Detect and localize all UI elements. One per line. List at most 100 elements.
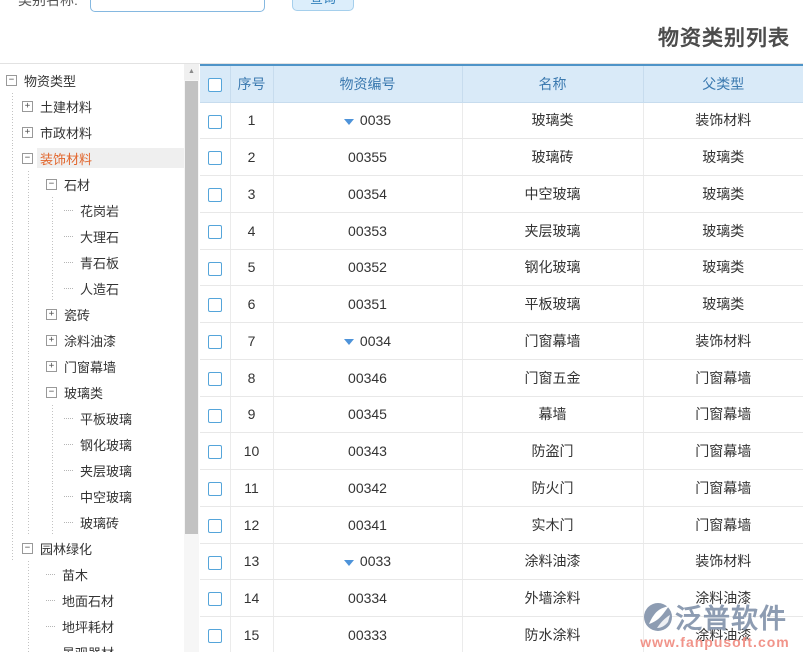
row-checkbox[interactable] [208,445,222,459]
plus-box-icon[interactable]: + [46,361,57,372]
tree-item[interactable]: −物资类型 [0,67,184,93]
row-checkbox[interactable] [208,519,222,533]
row-checkbox[interactable] [208,225,222,239]
query-button[interactable]: 查询 [292,0,354,11]
tree-item[interactable]: 花岗岩 [0,197,184,223]
tree-item-label: 平板玻璃 [77,408,135,428]
tree-item[interactable]: −玻璃类 [0,379,184,405]
tree-item[interactable]: +市政材料 [0,119,184,145]
table-row[interactable]: 800346门窗五金门窗幕墙 [200,359,803,396]
triangle-down-icon[interactable] [344,560,354,566]
row-parent-type: 玻璃类 [643,139,803,176]
table-row[interactable]: 300354中空玻璃玻璃类 [200,176,803,213]
table-row[interactable]: 70034门窗幕墙装饰材料 [200,323,803,360]
table-row[interactable]: 600351平板玻璃玻璃类 [200,286,803,323]
header-name: 名称 [462,65,643,102]
tree-item[interactable]: +土建材料 [0,93,184,119]
row-code: 00345 [273,396,462,433]
row-checkbox[interactable] [208,409,222,423]
tree-item[interactable]: +瓷砖 [0,301,184,327]
row-checkbox[interactable] [208,298,222,312]
tree-item[interactable]: −园林绿化 [0,535,184,561]
table-row[interactable]: 10035玻璃类装饰材料 [200,102,803,139]
category-tree: −物资类型+土建材料+市政材料−装饰材料−石材花岗岩大理石青石板人造石+瓷砖+涂… [0,64,184,652]
tree-item[interactable]: +门窗幕墙 [0,353,184,379]
row-name: 实木门 [462,506,643,543]
row-checkbox-cell [200,249,230,286]
triangle-down-icon[interactable] [344,119,354,125]
tree-item[interactable]: 地面石材 [0,587,184,613]
row-checkbox[interactable] [208,262,222,276]
row-checkbox-cell [200,359,230,396]
row-seq: 13 [230,543,273,580]
tree-item-label: 园林绿化 [37,538,95,558]
row-checkbox[interactable] [208,115,222,129]
minus-box-icon[interactable]: − [46,387,57,398]
row-name: 玻璃类 [462,102,643,139]
row-checkbox[interactable] [208,592,222,606]
tree-item[interactable]: 人造石 [0,275,184,301]
row-checkbox[interactable] [208,556,222,570]
select-all-checkbox[interactable] [208,78,222,92]
table-row[interactable]: 200355玻璃砖玻璃类 [200,139,803,176]
row-checkbox[interactable] [208,151,222,165]
row-parent-type: 玻璃类 [643,176,803,213]
row-checkbox-cell [200,176,230,213]
tree-item[interactable]: 夹层玻璃 [0,457,184,483]
tree-item[interactable]: 苗木 [0,561,184,587]
minus-box-icon[interactable]: − [46,179,57,190]
tree-item[interactable]: 大理石 [0,223,184,249]
row-checkbox[interactable] [208,629,222,643]
row-seq: 14 [230,580,273,617]
tree-item[interactable]: +涂料油漆 [0,327,184,353]
leaf-connector-icon [46,574,55,575]
row-checkbox[interactable] [208,335,222,349]
row-name: 夹层玻璃 [462,212,643,249]
row-parent-type: 门窗幕墙 [643,359,803,396]
tree-item[interactable]: −装饰材料 [0,145,184,171]
minus-box-icon[interactable]: − [22,543,33,554]
minus-box-icon[interactable]: − [6,75,17,86]
triangle-down-icon[interactable] [344,339,354,345]
tree-item[interactable]: 景观器材 [0,639,184,652]
row-seq: 5 [230,249,273,286]
row-checkbox-cell [200,580,230,617]
tree-item[interactable]: 平板玻璃 [0,405,184,431]
row-seq: 10 [230,433,273,470]
table-row[interactable]: 1400334外墙涂料涂料油漆 [200,580,803,617]
tree-item[interactable]: 地坪耗材 [0,613,184,639]
row-parent-type: 装饰材料 [643,323,803,360]
tree-item[interactable]: 中空玻璃 [0,483,184,509]
table-row[interactable]: 1100342防火门门窗幕墙 [200,470,803,507]
plus-box-icon[interactable]: + [22,101,33,112]
tree-item[interactable]: 青石板 [0,249,184,275]
table-row[interactable]: 500352钢化玻璃玻璃类 [200,249,803,286]
category-name-input[interactable] [90,0,265,12]
table-row[interactable]: 1200341实木门门窗幕墙 [200,506,803,543]
tree-item[interactable]: 玻璃砖 [0,509,184,535]
tree-item[interactable]: −石材 [0,171,184,197]
scrollbar-thumb[interactable] [185,81,198,534]
table-row[interactable]: 400353夹层玻璃玻璃类 [200,212,803,249]
row-code: 00346 [273,359,462,396]
row-name: 防火门 [462,470,643,507]
row-checkbox[interactable] [208,482,222,496]
tree-scrollbar[interactable]: ▲ [184,64,199,652]
row-code: 0034 [273,323,462,360]
table-row[interactable]: 1500333防水涂料涂料油漆 [200,617,803,652]
tree-item[interactable]: 钢化玻璃 [0,431,184,457]
tree-item-label: 夹层玻璃 [77,460,135,480]
table-row[interactable]: 1000343防盗门门窗幕墙 [200,433,803,470]
table-row[interactable]: 900345幕墙门窗幕墙 [200,396,803,433]
plus-box-icon[interactable]: + [46,309,57,320]
row-checkbox[interactable] [208,372,222,386]
row-code: 00353 [273,212,462,249]
row-checkbox[interactable] [208,188,222,202]
plus-box-icon[interactable]: + [22,127,33,138]
arrow-up-icon[interactable]: ▲ [184,64,199,80]
minus-box-icon[interactable]: − [22,153,33,164]
plus-box-icon[interactable]: + [46,335,57,346]
row-parent-type: 涂料油漆 [643,580,803,617]
row-parent-type: 门窗幕墙 [643,433,803,470]
table-row[interactable]: 130033涂料油漆装饰材料 [200,543,803,580]
